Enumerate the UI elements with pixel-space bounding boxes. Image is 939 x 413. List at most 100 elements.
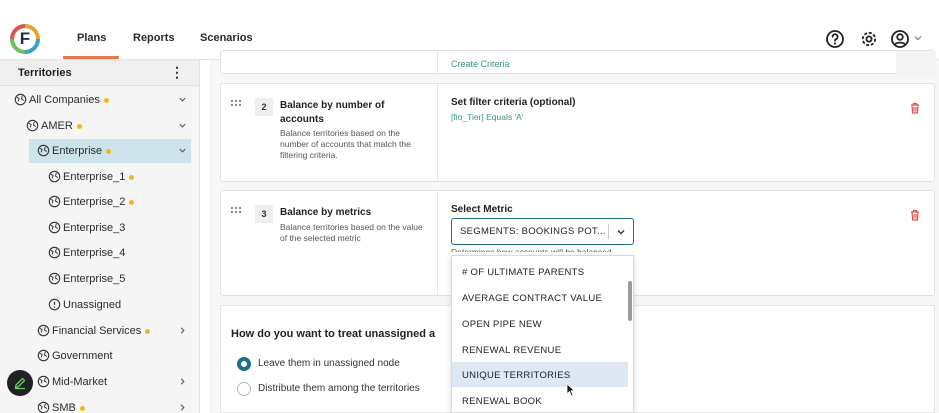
metric-select[interactable]: SEGMENTS: BOOKINGS POT... <box>451 218 634 245</box>
globe-icon <box>37 375 50 388</box>
card-title: Balance by metrics <box>280 207 372 218</box>
filter-criteria-value[interactable]: [fio_Tier] Equals 'A' <box>451 112 523 122</box>
tree-item-enterprise[interactable]: Enterprise <box>29 139 191 163</box>
step-number: 3 <box>255 205 273 223</box>
tree-item-government[interactable]: Government <box>0 344 199 368</box>
user-avatar-icon[interactable] <box>890 29 910 49</box>
help-icon[interactable] <box>825 29 845 49</box>
tree-item-enterprise-1[interactable]: Enterprise_1 <box>0 165 199 189</box>
mouse-cursor-icon <box>566 383 576 397</box>
globe-icon <box>48 170 61 183</box>
tree-item-enterprise-2[interactable]: Enterprise_2 <box>0 190 199 214</box>
globe-icon <box>48 246 61 259</box>
globe-icon <box>48 221 61 234</box>
metric-dropdown-list: # OF ULTIMATE PARENTS AVERAGE CONTRACT V… <box>451 255 634 413</box>
dropdown-option[interactable]: # OF ULTIMATE PARENTS <box>452 259 628 284</box>
globe-icon <box>48 195 61 208</box>
chevron-down-icon[interactable] <box>178 146 187 155</box>
status-dot <box>79 405 85 411</box>
dropdown-option[interactable]: AVERAGE CONTRACT VALUE <box>452 285 628 310</box>
tree-item-label: Enterprise <box>52 145 103 157</box>
drag-handle-icon[interactable] <box>229 98 243 112</box>
tree-item-label: AMER <box>41 120 73 132</box>
trash-icon[interactable] <box>908 101 922 115</box>
status-dot <box>129 174 135 180</box>
tree-item-enterprise-5[interactable]: Enterprise_5 <box>0 267 199 291</box>
create-criteria-link[interactable]: Create Criteria <box>451 59 510 69</box>
kebab-menu-icon[interactable]: ⋮ <box>170 65 184 79</box>
app-logo[interactable]: F <box>10 24 40 54</box>
metric-select-value: SEGMENTS: BOOKINGS POT... <box>460 226 606 237</box>
radio-distribute[interactable] <box>237 382 251 396</box>
globe-icon <box>37 144 50 157</box>
globe-icon <box>37 324 50 337</box>
tree-item-label: SMB <box>52 402 76 413</box>
globe-icon <box>26 119 39 132</box>
tree-item-label: Financial Services <box>52 325 142 337</box>
territories-sidebar: Territories ⋮ All Companies AMER Enterpr… <box>0 60 200 413</box>
tree-item-enterprise-4[interactable]: Enterprise_4 <box>0 241 199 265</box>
tree-item-label: Mid-Market <box>52 376 108 388</box>
pencil-icon <box>14 377 26 390</box>
status-dot <box>106 148 112 154</box>
tree-item-enterprise-3[interactable]: Enterprise_3 <box>0 216 199 240</box>
tree-item-label: Government <box>52 350 113 362</box>
radio-leave-unassigned[interactable] <box>237 357 251 371</box>
criteria-card-accounts: 2 Balance by number of accounts Balance … <box>220 83 935 182</box>
card-description: Balance territories based on the value o… <box>280 222 423 243</box>
tree-item-unassigned[interactable]: Unassigned <box>0 293 199 317</box>
edit-fab-button[interactable] <box>7 370 33 396</box>
info-circle-icon <box>48 298 61 311</box>
nav-plans[interactable]: Plans <box>77 32 106 44</box>
status-dot <box>103 97 109 103</box>
chevron-down-icon[interactable] <box>913 33 923 43</box>
status-dot <box>129 199 135 205</box>
tree-item-smb[interactable]: SMB <box>0 396 199 413</box>
tree-item-all-companies[interactable]: All Companies <box>0 88 199 112</box>
tree-item-amer[interactable]: AMER <box>0 114 199 138</box>
nav-active-indicator <box>63 56 119 59</box>
tree-item-financial-services[interactable]: Financial Services <box>0 319 199 343</box>
nav-reports[interactable]: Reports <box>133 32 175 44</box>
filter-criteria-title: Set filter criteria (optional) <box>451 97 576 108</box>
sidebar-title: Territories <box>18 67 72 79</box>
gear-icon[interactable] <box>859 29 879 49</box>
tree-item-label: Enterprise_2 <box>63 196 126 208</box>
chevron-right-icon[interactable] <box>178 377 187 386</box>
tree-item-label: Enterprise_5 <box>63 273 126 285</box>
card-description: Balance territories based on the number … <box>280 128 411 160</box>
chevron-down-icon <box>617 230 625 235</box>
globe-icon <box>37 401 50 413</box>
chevron-down-icon[interactable] <box>178 121 187 130</box>
dropdown-option-hovered[interactable]: UNIQUE TERRITORIES <box>452 362 628 387</box>
select-metric-title: Select Metric <box>451 204 513 215</box>
tree-item-label: All Companies <box>29 94 100 106</box>
metric-hint: Determines how accounts will be balanced <box>451 247 612 252</box>
chevron-down-icon[interactable] <box>178 95 187 104</box>
globe-icon <box>48 272 61 285</box>
dropdown-scrollbar[interactable] <box>628 281 632 321</box>
drag-handle-icon[interactable] <box>229 205 243 219</box>
unassigned-question: How do you want to treat unassigned a <box>231 328 436 340</box>
globe-icon <box>14 93 27 106</box>
step-number: 2 <box>255 98 273 116</box>
status-dot <box>76 123 82 129</box>
tree-item-label: Unassigned <box>63 299 122 311</box>
globe-icon <box>37 349 50 362</box>
card-title: Balance by number of accounts <box>280 100 385 125</box>
tree-item-label: Enterprise_4 <box>63 247 126 259</box>
dropdown-option[interactable]: RENEWAL BOOK <box>452 388 628 412</box>
sidebar-header: Territories ⋮ <box>0 60 199 86</box>
dropdown-option[interactable]: RENEWAL REVENUE <box>452 337 628 362</box>
tree-item-label: Enterprise_3 <box>63 222 126 234</box>
chevron-right-icon[interactable] <box>178 403 187 412</box>
radio-label[interactable]: Leave them in unassigned node <box>258 358 400 369</box>
dropdown-option[interactable]: OPEN PIPE NEW <box>452 311 628 336</box>
criteria-card-previous: Create Criteria <box>220 50 936 75</box>
nav-scenarios[interactable]: Scenarios <box>200 32 253 44</box>
radio-label[interactable]: Distribute them among the territories <box>258 383 420 394</box>
trash-icon[interactable] <box>908 208 922 222</box>
chevron-right-icon[interactable] <box>178 326 187 335</box>
logo-letter: F <box>14 28 36 50</box>
tree-item-label: Enterprise_1 <box>63 171 126 183</box>
